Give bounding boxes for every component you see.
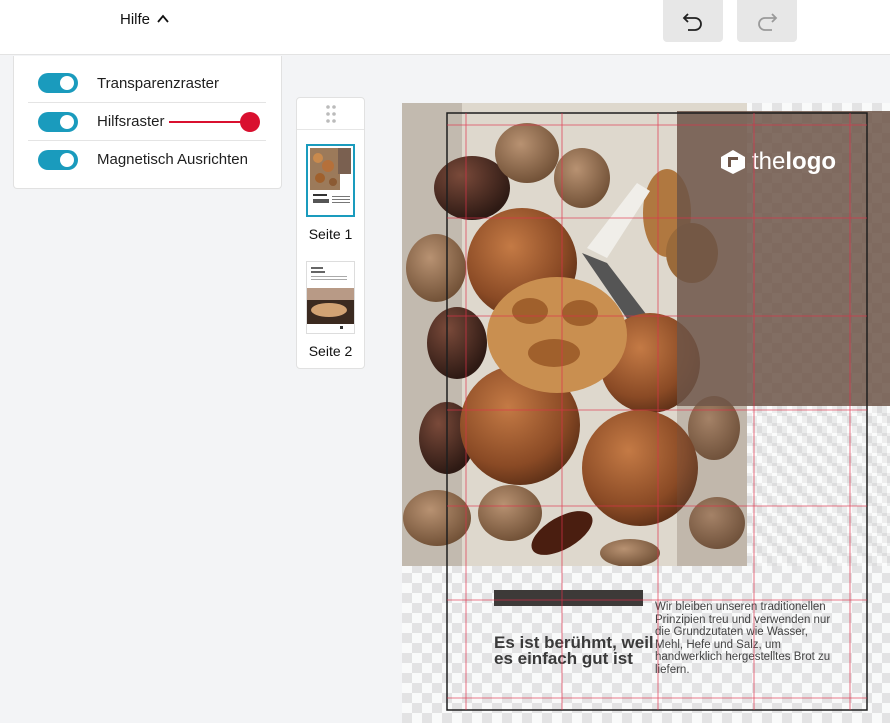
page-thumbnail-2[interactable] xyxy=(306,261,355,334)
transparency-grid-toggle[interactable] xyxy=(38,73,78,93)
help-settings-panel: Transparenzraster Hilfsraster Magnetisch… xyxy=(13,56,282,189)
helper-grid-toggle[interactable] xyxy=(38,111,78,132)
setting-label: Magnetisch Ausrichten xyxy=(97,151,248,168)
setting-transparency-grid[interactable]: Transparenzraster xyxy=(28,64,266,102)
help-menu-button[interactable]: Hilfe xyxy=(120,9,170,29)
help-menu-label: Hilfe xyxy=(120,10,151,28)
redo-icon xyxy=(758,13,778,31)
page-1-preview xyxy=(308,146,353,215)
chevron-up-icon xyxy=(157,14,169,23)
setting-magnetic-snap[interactable]: Magnetisch Ausrichten xyxy=(28,140,266,178)
page-thumbnail-1[interactable] xyxy=(306,144,355,217)
drag-handle[interactable] xyxy=(297,98,364,130)
page-label-2: Seite 2 xyxy=(308,343,353,359)
pointer-annotation xyxy=(169,112,260,132)
page-label-1: Seite 1 xyxy=(308,226,353,242)
top-toolbar: Hilfe xyxy=(0,0,890,55)
page-2-preview xyxy=(307,262,354,333)
setting-label: Transparenzraster xyxy=(97,74,219,92)
design-canvas[interactable]: thelogo Es ist berühmt, weil es einfach … xyxy=(402,103,890,723)
helper-grid-overlay xyxy=(446,112,868,711)
pages-panel: Seite 1 Seite 2 xyxy=(296,97,365,369)
undo-button[interactable] xyxy=(663,0,723,42)
magnetic-snap-toggle[interactable] xyxy=(38,149,78,170)
redo-button[interactable] xyxy=(737,0,797,42)
drag-dots-icon xyxy=(325,104,336,123)
setting-label: Hilfsraster xyxy=(97,113,165,130)
undo-icon xyxy=(682,13,702,31)
